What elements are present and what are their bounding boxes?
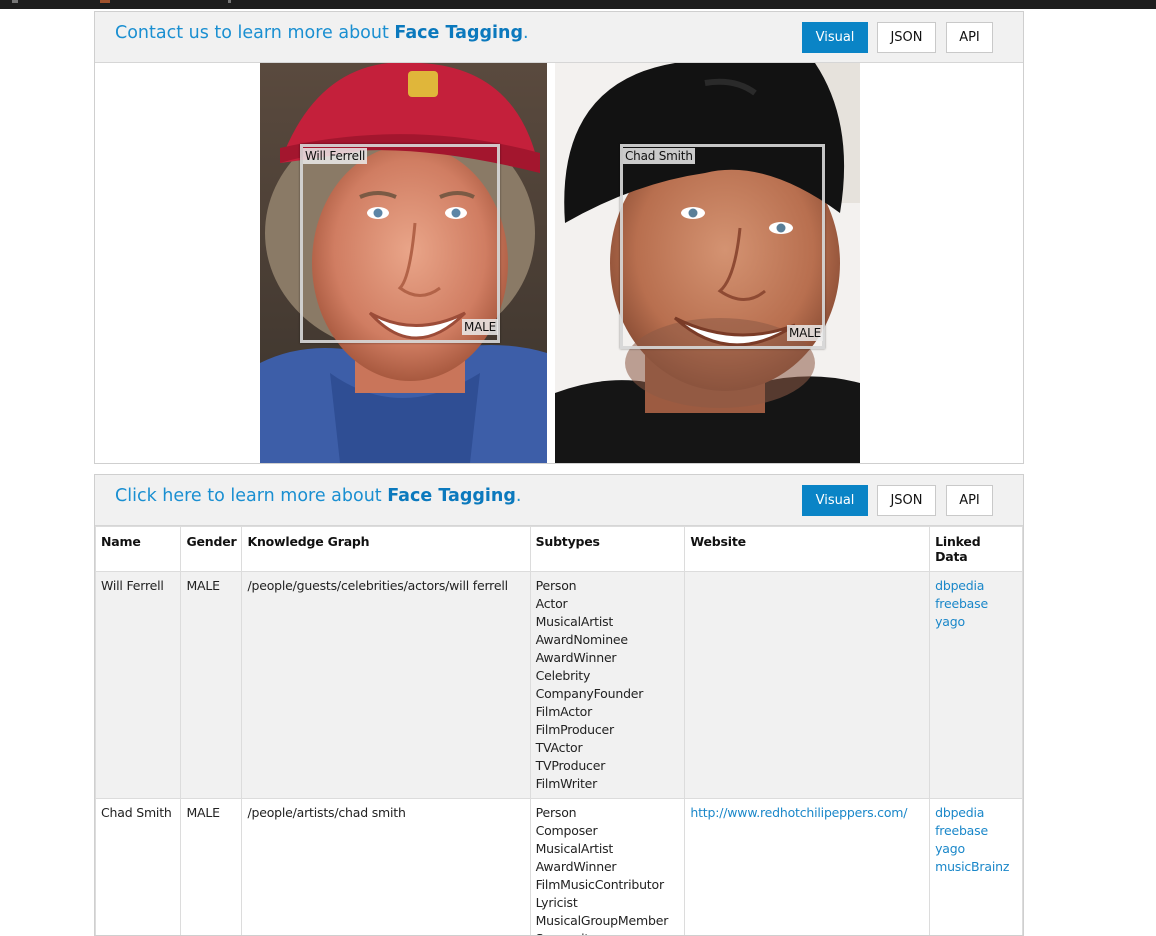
visual-panel-header: Contact us to learn more about Face Tagg… bbox=[95, 12, 1023, 63]
linked-data-link-musicbrainz[interactable]: musicBrainz bbox=[935, 858, 1017, 876]
column-header-knowledge-graph: Knowledge Graph bbox=[242, 527, 530, 572]
heading-suffix: . bbox=[516, 486, 522, 506]
visual-tab-button[interactable]: Visual bbox=[802, 22, 868, 53]
visual-tab-button[interactable]: Visual bbox=[802, 485, 868, 516]
subtype-item: Songwriter bbox=[536, 930, 680, 936]
subtype-item: TVActor bbox=[536, 739, 680, 757]
name-cell: Chad Smith bbox=[96, 799, 181, 936]
json-tab-button[interactable]: JSON bbox=[877, 485, 936, 516]
heading-product: Face Tagging bbox=[387, 486, 516, 506]
column-header-name: Name bbox=[96, 527, 181, 572]
face-name-label-2: Chad Smith bbox=[623, 148, 695, 164]
linked-data-link-freebase[interactable]: freebase bbox=[935, 822, 1017, 840]
gender-cell: MALE bbox=[181, 799, 242, 936]
table-panel: Click here to learn more about Face Tagg… bbox=[94, 474, 1024, 936]
json-tab-button[interactable]: JSON bbox=[877, 22, 936, 53]
subtype-item: FilmActor bbox=[536, 703, 680, 721]
subtype-item: Lyricist bbox=[536, 894, 680, 912]
heading-prefix: Click here to learn more about bbox=[115, 486, 382, 506]
subtype-item: MusicalArtist bbox=[536, 840, 680, 858]
website-link[interactable]: http://www.redhotchilipeppers.com/ bbox=[690, 804, 924, 822]
face-photo-2: Chad Smith MALE bbox=[555, 63, 860, 463]
column-header-subtypes: Subtypes bbox=[530, 527, 685, 572]
face-box-2[interactable] bbox=[620, 144, 825, 349]
api-tab-button[interactable]: API bbox=[946, 22, 993, 53]
face-name-label-1: Will Ferrell bbox=[303, 148, 367, 164]
subtype-item: AwardNominee bbox=[536, 631, 680, 649]
contact-heading[interactable]: Contact us to learn more about Face Tagg… bbox=[115, 23, 529, 43]
column-header-linked-data: Linked Data bbox=[930, 527, 1023, 572]
subtype-item: MusicalArtist bbox=[536, 613, 680, 631]
website-cell bbox=[685, 572, 930, 799]
face-gender-label-2: MALE bbox=[787, 325, 823, 341]
subtype-item: FilmMusicContributor bbox=[536, 876, 680, 894]
subtype-item: Person bbox=[536, 804, 680, 822]
visual-panel: Contact us to learn more about Face Tagg… bbox=[94, 11, 1024, 464]
linked-data-link-dbpedia[interactable]: dbpedia bbox=[935, 577, 1017, 595]
website-cell: http://www.redhotchilipeppers.com/ bbox=[685, 799, 930, 936]
subtype-item: Actor bbox=[536, 595, 680, 613]
column-header-gender: Gender bbox=[181, 527, 242, 572]
name-cell: Will Ferrell bbox=[96, 572, 181, 799]
table-row: Chad SmithMALE/people/artists/chad smith… bbox=[96, 799, 1023, 936]
subtype-item: TVProducer bbox=[536, 757, 680, 775]
subtype-item: AwardWinner bbox=[536, 858, 680, 876]
linked-data-cell: dbpediafreebaseyagomusicBrainz bbox=[930, 799, 1023, 936]
linked-data-link-yago[interactable]: yago bbox=[935, 840, 1017, 858]
subtype-item: Person bbox=[536, 577, 680, 595]
linked-data-link-yago[interactable]: yago bbox=[935, 613, 1017, 631]
subtypes-cell: PersonComposerMusicalArtistAwardWinnerFi… bbox=[530, 799, 685, 936]
subtype-item: FilmProducer bbox=[536, 721, 680, 739]
heading-suffix: . bbox=[523, 23, 529, 43]
subtype-item: Celebrity bbox=[536, 667, 680, 685]
heading-product: Face Tagging bbox=[394, 23, 523, 43]
heading-prefix: Contact us to learn more about bbox=[115, 23, 389, 43]
table-row: Will FerrellMALE/people/guests/celebriti… bbox=[96, 572, 1023, 799]
subtype-item: MusicalGroupMember bbox=[536, 912, 680, 930]
subtype-item: Composer bbox=[536, 822, 680, 840]
subtype-item: FilmWriter bbox=[536, 775, 680, 793]
face-gender-label-1: MALE bbox=[462, 319, 498, 335]
knowledge-graph-cell: /people/artists/chad smith bbox=[242, 799, 530, 936]
linked-data-link-dbpedia[interactable]: dbpedia bbox=[935, 804, 1017, 822]
click-here-heading[interactable]: Click here to learn more about Face Tagg… bbox=[115, 486, 521, 506]
subtype-item: CompanyFounder bbox=[536, 685, 680, 703]
table-panel-header: Click here to learn more about Face Tagg… bbox=[95, 475, 1023, 526]
linked-data-link-freebase[interactable]: freebase bbox=[935, 595, 1017, 613]
column-header-website: Website bbox=[685, 527, 930, 572]
gender-cell: MALE bbox=[181, 572, 242, 799]
subtype-item: AwardWinner bbox=[536, 649, 680, 667]
linked-data-cell: dbpediafreebaseyago bbox=[930, 572, 1023, 799]
knowledge-graph-cell: /people/guests/celebrities/actors/will f… bbox=[242, 572, 530, 799]
subtypes-cell: PersonActorMusicalArtistAwardNomineeAwar… bbox=[530, 572, 685, 799]
face-box-1[interactable] bbox=[300, 144, 500, 343]
face-photo-1: Will Ferrell MALE bbox=[260, 63, 547, 463]
results-table: Name Gender Knowledge Graph Subtypes Web… bbox=[95, 526, 1023, 936]
api-tab-button[interactable]: API bbox=[946, 485, 993, 516]
table-header-row: Name Gender Knowledge Graph Subtypes Web… bbox=[96, 527, 1023, 572]
browser-top-bar bbox=[0, 0, 1156, 9]
